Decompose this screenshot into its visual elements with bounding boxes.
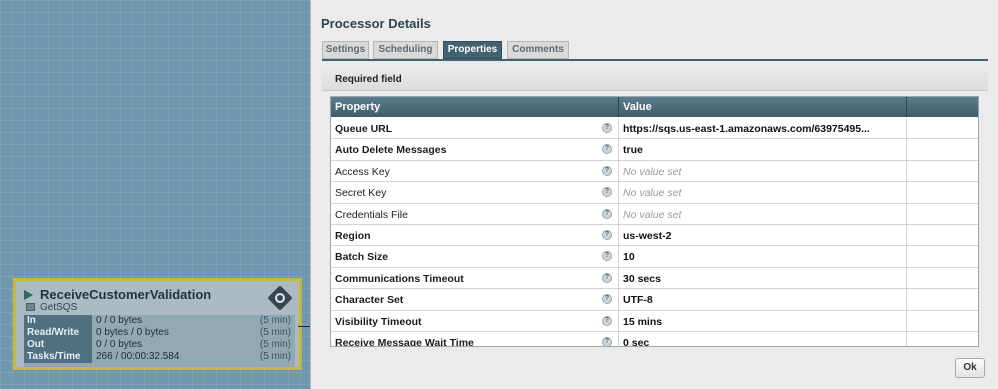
table-row[interactable]: Receive Message Wait Time? 0 sec: [331, 331, 978, 347]
processor-bulletin-icon[interactable]: [267, 285, 293, 311]
property-value[interactable]: UTF-8: [623, 294, 903, 306]
tab-scheduling[interactable]: Scheduling: [373, 41, 438, 59]
property-value[interactable]: No value set: [623, 166, 903, 178]
header-property[interactable]: Property: [335, 101, 380, 113]
stat-value: 0 / 0 bytes: [96, 315, 143, 326]
property-value[interactable]: 15 mins: [623, 316, 903, 328]
property-value[interactable]: 0 sec: [623, 337, 903, 346]
stat-window: (5 min): [259, 327, 291, 338]
help-icon[interactable]: ?: [602, 272, 612, 283]
tab-comments[interactable]: Comments: [507, 41, 569, 59]
stat-label: Out: [24, 339, 92, 351]
help-icon[interactable]: ?: [602, 187, 612, 198]
processor-details-dialog: Processor Details Settings Scheduling Pr…: [310, 0, 998, 389]
help-icon[interactable]: ?: [602, 336, 612, 346]
property-name: Receive Message Wait Time: [335, 336, 474, 347]
processor-type-icon: [26, 303, 35, 311]
stat-value: 266 / 00:00:32.584: [96, 351, 180, 362]
tab-properties[interactable]: Properties: [443, 41, 502, 59]
property-name: Auto Delete Messages: [335, 144, 447, 157]
stat-row-in: In 0 / 0 bytes (5 min): [24, 315, 295, 327]
required-field-note: Required field: [322, 69, 988, 91]
help-icon[interactable]: ?: [602, 208, 612, 219]
ok-button[interactable]: Ok: [955, 358, 985, 378]
processor-header: ReceiveCustomerValidation GetSQS: [24, 285, 293, 313]
properties-panel: Required field Property Value Queue URL?…: [322, 59, 988, 347]
processor-stats: In 0 / 0 bytes (5 min) Read/Write 0 byte…: [24, 315, 295, 367]
property-name: Visibility Timeout: [335, 315, 422, 328]
help-icon[interactable]: ?: [602, 144, 612, 155]
property-value[interactable]: https://sqs.us-east-1.amazonaws.com/6397…: [623, 123, 903, 135]
stat-value: 0 / 0 bytes: [96, 339, 143, 350]
table-row[interactable]: Communications Timeout? 30 secs: [331, 267, 978, 290]
table-row[interactable]: Queue URL? https://sqs.us-east-1.amazonaw…: [331, 118, 978, 140]
help-icon[interactable]: ?: [602, 251, 612, 262]
stat-label: Tasks/Time: [24, 351, 92, 363]
property-name: Batch Size: [335, 251, 389, 264]
property-name: Character Set: [335, 294, 404, 307]
processor-card[interactable]: ReceiveCustomerValidation GetSQS In 0 / …: [13, 278, 302, 370]
properties-grid: Property Value Queue URL? https://sqs.us-…: [330, 96, 979, 347]
tab-settings[interactable]: Settings: [322, 41, 369, 59]
table-row[interactable]: Credentials File? No value set: [331, 203, 978, 225]
table-row[interactable]: Region? us-west-2: [331, 224, 978, 247]
table-row[interactable]: Auto Delete Messages? true: [331, 139, 978, 161]
processor-name: ReceiveCustomerValidation: [40, 287, 212, 302]
property-value[interactable]: true: [623, 144, 903, 156]
property-name: Queue URL: [335, 123, 393, 135]
stat-window: (5 min): [259, 351, 291, 362]
help-icon[interactable]: ?: [602, 165, 612, 176]
help-icon[interactable]: ?: [602, 315, 612, 326]
stat-row-tasks-time: Tasks/Time 266 / 00:00:32.584 (5 min): [24, 351, 295, 363]
property-value[interactable]: No value set: [623, 187, 903, 199]
grid-header: Property Value: [331, 97, 978, 117]
property-name: Communications Timeout: [335, 272, 464, 285]
stat-window: (5 min): [259, 339, 291, 350]
help-icon[interactable]: ?: [602, 229, 612, 240]
property-name: Access Key: [335, 165, 390, 178]
property-value[interactable]: 30 secs: [623, 273, 903, 285]
help-icon[interactable]: ?: [602, 123, 612, 133]
property-value[interactable]: 10: [623, 251, 903, 263]
property-value[interactable]: us-west-2: [623, 230, 903, 242]
stat-row-read-write: Read/Write 0 bytes / 0 bytes (5 min): [24, 327, 295, 339]
table-row[interactable]: Secret Key? No value set: [331, 182, 978, 204]
header-value[interactable]: Value: [623, 101, 652, 113]
stat-value: 0 bytes / 0 bytes: [96, 327, 169, 338]
stat-window: (5 min): [259, 315, 291, 326]
dialog-title: Processor Details: [321, 16, 431, 31]
help-icon[interactable]: ?: [602, 294, 612, 305]
property-name: Secret Key: [335, 187, 387, 200]
table-row[interactable]: Batch Size? 10: [331, 246, 978, 268]
table-row[interactable]: Visibility Timeout? 15 mins: [331, 310, 978, 332]
stat-row-out: Out 0 / 0 bytes (5 min): [24, 339, 295, 351]
grid-rows: Queue URL? https://sqs.us-east-1.amazonaw…: [331, 118, 978, 347]
running-status-icon: [24, 290, 33, 300]
property-name: Region: [335, 229, 371, 242]
table-row[interactable]: Access Key? No value set: [331, 160, 978, 183]
stat-label: In: [24, 315, 92, 327]
property-value[interactable]: No value set: [623, 209, 903, 221]
processor-type: GetSQS: [40, 302, 78, 313]
table-row[interactable]: Character Set? UTF-8: [331, 289, 978, 311]
stat-label: Read/Write: [24, 327, 92, 339]
property-name: Credentials File: [335, 208, 408, 221]
